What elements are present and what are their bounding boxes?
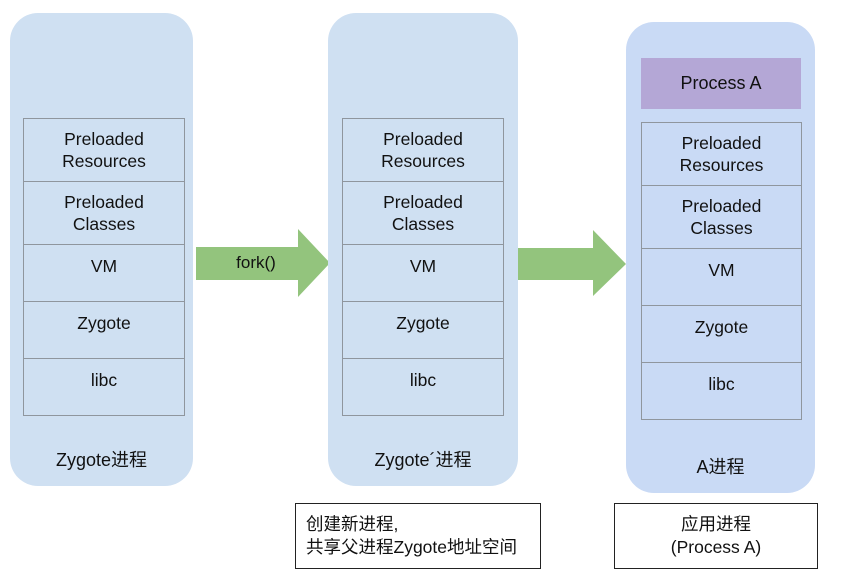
preloaded-classes-cell: Preloaded Classes	[343, 182, 503, 245]
cell-text: libc	[90, 370, 118, 390]
forked-zygote-memory-stack: Preloaded Resources Preloaded Classes VM…	[342, 118, 504, 416]
app-process-memory-stack: Preloaded Resources Preloaded Classes VM…	[641, 122, 802, 420]
preloaded-resources-cell: Preloaded Resources	[642, 123, 801, 186]
cell-text: Preloaded Classes	[64, 192, 144, 234]
app-process-note: 应用进程 (Process A)	[614, 503, 818, 569]
cell-text: VM	[409, 256, 437, 276]
fork-label: fork()	[236, 253, 276, 272]
zygote-cell: Zygote	[24, 302, 184, 359]
preloaded-classes-cell: Preloaded Classes	[24, 182, 184, 245]
forked-zygote-label: Zygote´进程	[374, 450, 472, 470]
fork-note: 创建新进程, 共享父进程Zygote地址空间	[295, 503, 541, 569]
zygote-process-label: Zygote进程	[55, 450, 148, 470]
vm-cell: VM	[24, 245, 184, 302]
zygote-cell: Zygote	[642, 306, 801, 363]
cell-text: VM	[90, 256, 118, 276]
zygote-cell: Zygote	[343, 302, 503, 359]
cell-text: Zygote	[77, 313, 131, 333]
cell-text: Preloaded Classes	[383, 192, 463, 234]
app-note-line1: 应用进程	[681, 514, 751, 534]
cell-text: VM	[708, 260, 735, 280]
fork-note-line1: 创建新进程,	[306, 514, 399, 534]
vm-cell: VM	[343, 245, 503, 302]
cell-text: libc	[708, 374, 735, 394]
cell-text: Zygote	[694, 317, 749, 337]
cell-text: Preloaded Resources	[679, 133, 764, 175]
process-a-box: Process A	[641, 58, 801, 109]
cell-text: Preloaded Classes	[681, 196, 762, 238]
libc-cell: libc	[642, 363, 801, 420]
libc-cell: libc	[343, 359, 503, 416]
libc-cell: libc	[24, 359, 184, 416]
preloaded-resources-cell: Preloaded Resources	[24, 119, 184, 182]
app-note-line2: (Process A)	[670, 537, 762, 557]
cell-text: Zygote	[396, 313, 450, 333]
preloaded-classes-cell: Preloaded Classes	[642, 186, 801, 249]
cell-text: Preloaded Resources	[381, 129, 465, 171]
cell-text: libc	[409, 370, 437, 390]
fork-note-line2: 共享父进程Zygote地址空间	[306, 537, 517, 557]
zygote-memory-stack: Preloaded Resources Preloaded Classes VM…	[23, 118, 185, 416]
vm-cell: VM	[642, 249, 801, 306]
app-process-label: A进程	[696, 457, 745, 477]
cell-text: Preloaded Resources	[62, 129, 146, 171]
preloaded-resources-cell: Preloaded Resources	[343, 119, 503, 182]
arrow-right-icon	[518, 230, 626, 296]
